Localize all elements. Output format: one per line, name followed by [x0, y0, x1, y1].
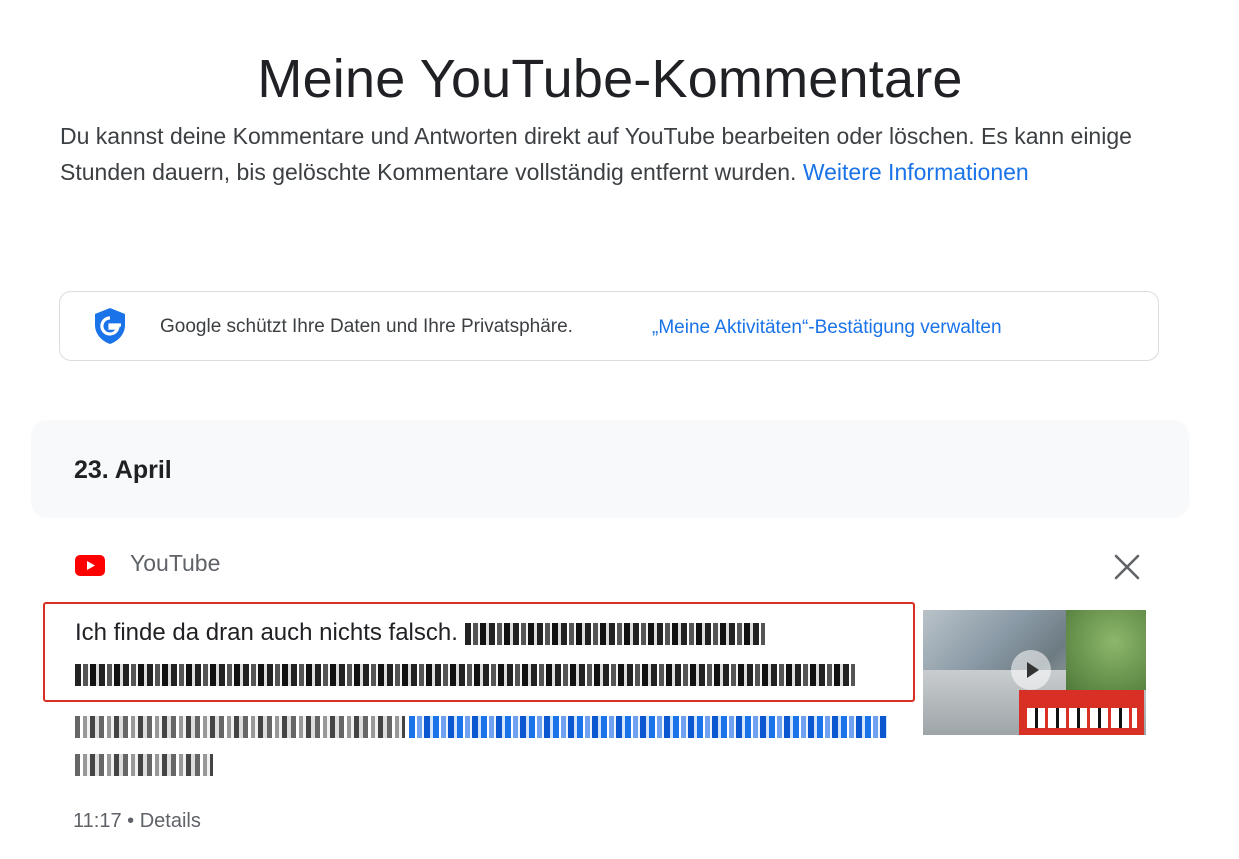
video-thumbnail[interactable]	[923, 610, 1146, 735]
comment-text-line-2	[75, 660, 855, 688]
privacy-text: Google schützt Ihre Daten und Ihre Priva…	[160, 316, 573, 337]
privacy-card: Google schützt Ihre Daten und Ihre Priva…	[59, 291, 1159, 361]
comment-highlight-box: Ich finde da dran auch nichts falsch.	[43, 602, 915, 702]
page-title: Meine YouTube-Kommentare	[257, 49, 963, 110]
manage-verification-link[interactable]: „Meine Aktivitäten“-Bestätigung verwalte…	[652, 317, 1002, 339]
youtube-logo-icon	[75, 555, 105, 576]
comment-text-line: Ich finde da dran auch nichts falsch.	[75, 619, 765, 647]
redacted-text	[75, 716, 405, 738]
comment-context-line-2	[75, 754, 213, 778]
close-icon[interactable]	[1111, 551, 1143, 583]
activity-meta: 11:17 • Details	[73, 810, 201, 833]
redacted-video-link[interactable]	[409, 716, 888, 738]
more-info-link[interactable]: Weitere Informationen	[803, 159, 1029, 185]
details-link[interactable]: Details	[140, 810, 201, 832]
separator-dot: •	[127, 810, 135, 832]
intro-paragraph: Du kannst deine Kommentare und Antworten…	[60, 118, 1140, 190]
redacted-text	[464, 622, 765, 645]
google-shield-icon	[95, 308, 125, 344]
date-label: 23. April	[74, 456, 172, 484]
redacted-text	[75, 663, 855, 686]
redacted-text	[75, 754, 213, 776]
date-header: 23. April	[31, 420, 1189, 518]
product-name: YouTube	[130, 550, 221, 576]
comment-visible-text: Ich finde da dran auch nichts falsch.	[75, 619, 458, 646]
play-icon	[1011, 650, 1051, 690]
activity-time: 11:17	[73, 810, 122, 832]
comment-context-line	[75, 716, 888, 740]
